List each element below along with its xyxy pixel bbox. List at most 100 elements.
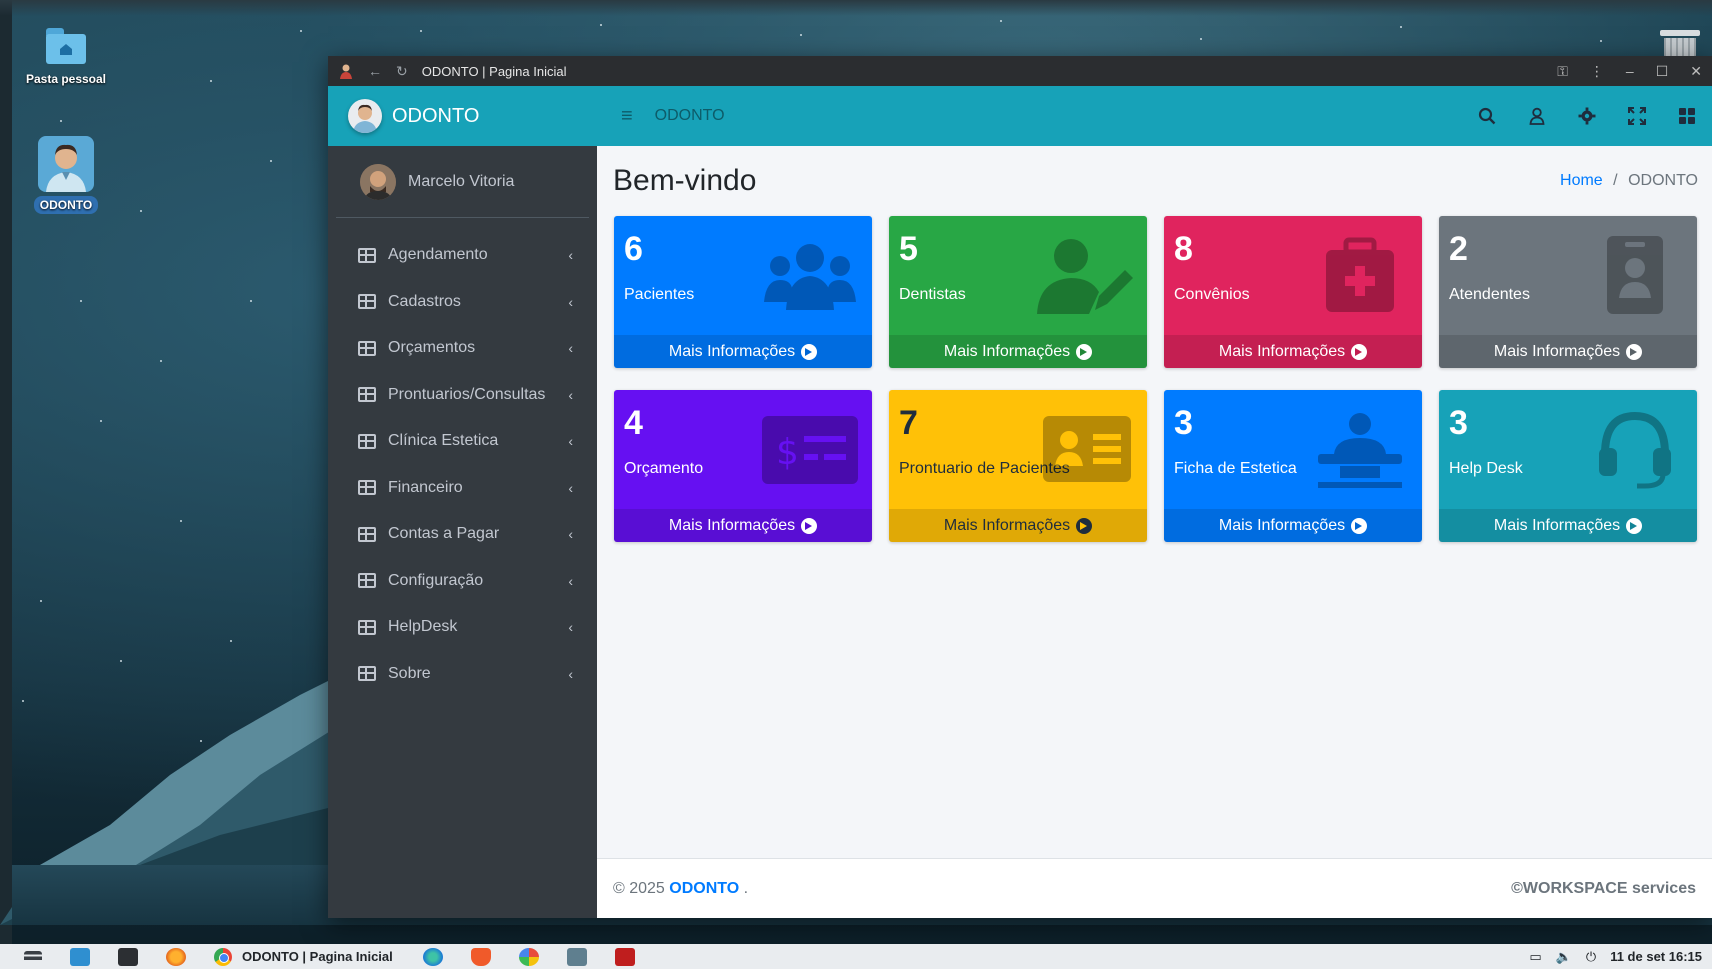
sidebar-item-label: Cadastros bbox=[388, 292, 461, 310]
arrow-circle-right-icon bbox=[1076, 343, 1093, 360]
box-label: Dentistas bbox=[899, 286, 966, 303]
sidebar-item-label: Financeiro bbox=[388, 478, 463, 496]
gear-icon[interactable] bbox=[1578, 107, 1596, 125]
maximize-button[interactable]: ☐ bbox=[1656, 63, 1669, 80]
more-info-label: Mais Informações bbox=[668, 342, 796, 360]
fullscreen-icon[interactable] bbox=[1628, 107, 1646, 125]
system-menu-icon[interactable] bbox=[24, 950, 42, 963]
table-icon bbox=[358, 619, 376, 635]
file-manager-icon[interactable] bbox=[70, 947, 90, 966]
edge-icon[interactable] bbox=[422, 947, 443, 966]
breadcrumb-home-link[interactable]: Home bbox=[1560, 172, 1603, 189]
more-info-link[interactable]: Mais Informações bbox=[889, 509, 1147, 542]
clock[interactable]: 11 de set 16:15 bbox=[1610, 949, 1702, 964]
desktop-icon-odonto[interactable]: ODONTO bbox=[26, 136, 106, 214]
taskbar-active-window[interactable]: ODONTO | Pagina Inicial bbox=[214, 947, 393, 966]
small-box-orcamento: 4 Orçamento $ Mais Informações bbox=[614, 390, 872, 542]
small-box-atendentes: 2 Atendentes Mais Informações bbox=[1439, 216, 1697, 368]
photos-icon[interactable] bbox=[518, 947, 539, 966]
box-count: 3 bbox=[1174, 404, 1193, 442]
brave-icon[interactable] bbox=[470, 947, 491, 966]
sidebar-item-clinica-estetica[interactable]: Clínica Estetica ‹ bbox=[328, 418, 597, 465]
info-boxes: 6 Pacientes Mais Informações 5 Dentistas… bbox=[597, 198, 1712, 542]
chevron-left-icon: ‹ bbox=[568, 526, 573, 543]
small-box-convenios: 8 Convênios Mais Informações bbox=[1164, 216, 1422, 368]
more-info-link[interactable]: Mais Informações bbox=[614, 509, 872, 542]
navbar-title[interactable]: ODONTO bbox=[655, 107, 1446, 125]
money-bill-icon: $ bbox=[762, 416, 858, 484]
user-panel[interactable]: Marcelo Vitoria bbox=[336, 146, 589, 218]
volume-icon[interactable]: 🔈 bbox=[1556, 949, 1572, 965]
more-menu-icon[interactable]: ⋮ bbox=[1590, 63, 1604, 80]
breadcrumb-current: ODONTO bbox=[1628, 172, 1698, 189]
sidebar-item-configuracao[interactable]: Configuração ‹ bbox=[328, 558, 597, 605]
box-label: Orçamento bbox=[624, 460, 704, 477]
box-label: Help Desk bbox=[1449, 460, 1523, 477]
desktop-top-edge bbox=[0, 0, 1712, 16]
footer-dot: . bbox=[743, 879, 749, 897]
main-content: Bem-vindo Home / ODONTO 6 Pacientes Mais… bbox=[597, 146, 1712, 858]
minimize-button[interactable]: – bbox=[1626, 63, 1634, 79]
sidebar-item-prontuarios[interactable]: Prontuarios/Consultas ‹ bbox=[328, 372, 597, 419]
sidebar-item-label: HelpDesk bbox=[388, 618, 458, 636]
users-icon bbox=[764, 244, 856, 310]
page-title: Bem-vindo bbox=[613, 164, 757, 197]
more-info-link[interactable]: Mais Informações bbox=[1164, 509, 1422, 542]
power-icon[interactable]: ⏻ bbox=[1586, 949, 1596, 965]
more-info-label: Mais Informações bbox=[943, 516, 1071, 534]
back-icon[interactable]: ← bbox=[368, 63, 382, 79]
terminal-icon[interactable] bbox=[118, 947, 138, 966]
footer-copyright: © 2025 bbox=[613, 879, 665, 897]
archive-icon[interactable] bbox=[566, 947, 587, 966]
apps-grid-icon[interactable] bbox=[1678, 107, 1696, 125]
page-footer: © 2025 ODONTO . ©WORKSPACE services bbox=[597, 858, 1712, 918]
sidebar-item-cadastros[interactable]: Cadastros ‹ bbox=[328, 279, 597, 326]
filezilla-icon[interactable] bbox=[614, 947, 635, 966]
arrow-circle-right-icon bbox=[1351, 343, 1368, 360]
display-icon[interactable]: ▭ bbox=[1529, 949, 1541, 965]
footer-brand-link[interactable]: ODONTO bbox=[669, 880, 739, 897]
sidebar-item-agendamento[interactable]: Agendamento ‹ bbox=[328, 232, 597, 279]
sidebar-item-label: Agendamento bbox=[388, 246, 488, 264]
search-icon[interactable] bbox=[1478, 107, 1496, 125]
sidebar-item-orcamentos[interactable]: Orçamentos ‹ bbox=[328, 325, 597, 372]
more-info-link[interactable]: Mais Informações bbox=[614, 335, 872, 368]
user-icon[interactable] bbox=[1528, 107, 1546, 125]
sidebar-item-helpdesk[interactable]: HelpDesk ‹ bbox=[328, 604, 597, 651]
sidebar-item-financeiro[interactable]: Financeiro ‹ bbox=[328, 465, 597, 512]
desktop-icon-pasta-pessoal[interactable]: Pasta pessoal bbox=[12, 26, 120, 86]
window-titlebar: ← ↻ ODONTO | Pagina Inicial ⚿ ⋮ – ☐ ✕ bbox=[328, 56, 1712, 86]
close-button[interactable]: ✕ bbox=[1690, 63, 1702, 80]
more-info-link[interactable]: Mais Informações bbox=[1439, 509, 1697, 542]
top-navbar: ≡ ODONTO bbox=[597, 86, 1712, 146]
table-icon bbox=[358, 526, 376, 542]
user-avatar bbox=[360, 163, 396, 200]
home-folder-icon bbox=[44, 26, 88, 66]
sidebar-item-sobre[interactable]: Sobre ‹ bbox=[328, 651, 597, 698]
arrow-circle-right-icon bbox=[1076, 517, 1093, 534]
firefox-icon[interactable] bbox=[166, 947, 186, 966]
box-count: 5 bbox=[899, 230, 918, 268]
trash-icon[interactable] bbox=[1660, 26, 1700, 58]
small-box-ficha-estetica: 3 Ficha de Estetica Mais Informações bbox=[1164, 390, 1422, 542]
more-info-link[interactable]: Mais Informações bbox=[1439, 335, 1697, 368]
more-info-link[interactable]: Mais Informações bbox=[1164, 335, 1422, 368]
sidebar-brand[interactable]: ODONTO bbox=[328, 86, 597, 146]
reload-icon[interactable]: ↻ bbox=[396, 63, 408, 80]
chevron-left-icon: ‹ bbox=[568, 340, 573, 357]
menu-toggle-icon[interactable]: ≡ bbox=[621, 105, 633, 128]
footer-right-text: ©WORKSPACE services bbox=[1511, 879, 1696, 897]
table-icon bbox=[358, 247, 376, 263]
procedure-icon bbox=[1318, 413, 1402, 488]
more-info-label: Mais Informações bbox=[1218, 342, 1346, 360]
box-label: Atendentes bbox=[1449, 286, 1530, 303]
system-tray: ▭ 🔈 ⏻ 11 de set 16:15 bbox=[1515, 949, 1702, 965]
arrow-circle-right-icon bbox=[1351, 517, 1368, 534]
more-info-link[interactable]: Mais Informações bbox=[889, 335, 1147, 368]
browser-window: ← ↻ ODONTO | Pagina Inicial ⚿ ⋮ – ☐ ✕ OD… bbox=[328, 56, 1712, 918]
window-title: ODONTO | Pagina Inicial bbox=[421, 63, 567, 79]
key-icon[interactable]: ⚿ bbox=[1557, 63, 1568, 80]
footer-left: © 2025 ODONTO . bbox=[613, 880, 748, 898]
small-box-help-desk: 3 Help Desk Mais Informações bbox=[1439, 390, 1697, 542]
sidebar-item-contas-a-pagar[interactable]: Contas a Pagar ‹ bbox=[328, 511, 597, 558]
